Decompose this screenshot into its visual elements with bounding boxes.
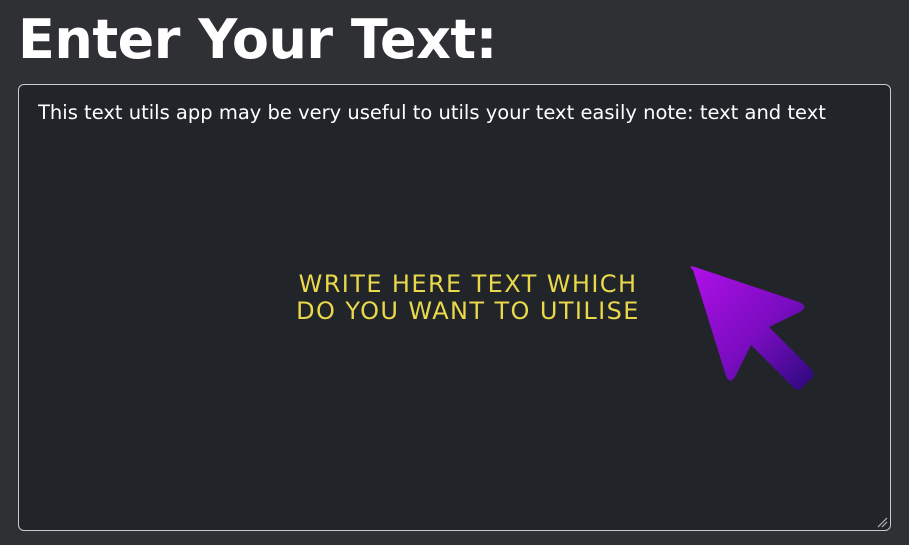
page-heading: Enter Your Text: xyxy=(18,8,497,71)
textarea-content[interactable]: This text utils app may be very useful t… xyxy=(38,100,882,126)
resize-grip-icon[interactable] xyxy=(876,516,888,528)
arrow-pointer-icon xyxy=(690,266,814,390)
text-input-area[interactable]: This text utils app may be very useful t… xyxy=(18,84,891,531)
hint-line-2: do you want to utilise xyxy=(296,297,640,325)
hint-line-1: Write here text which xyxy=(298,270,638,298)
write-here-hint: Write here text which do you want to uti… xyxy=(255,271,681,325)
